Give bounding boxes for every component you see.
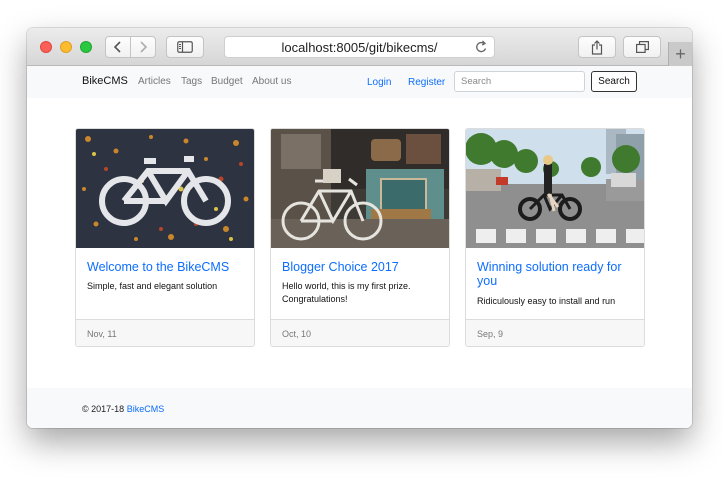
share-icon: [591, 39, 603, 55]
card-date: Sep, 9: [477, 329, 504, 339]
card-footer: Oct, 10: [271, 319, 449, 346]
browser-window: localhost:8005/git/bikecms/ + BikeCMS Ar…: [27, 28, 692, 428]
search-button[interactable]: Search: [591, 71, 637, 92]
back-button[interactable]: [105, 36, 131, 58]
reload-icon: [476, 40, 487, 53]
search-input[interactable]: [454, 71, 585, 92]
article-card[interactable]: Welcome to the BikeCMS Simple, fast and …: [75, 128, 255, 347]
card-description: Hello world, this is my first prize. Con…: [282, 281, 411, 304]
footer-brand-link[interactable]: BikeCMS: [127, 404, 165, 414]
share-button[interactable]: [578, 36, 616, 58]
sidebar-toggle-button[interactable]: [166, 36, 204, 58]
card-footer: Nov, 11: [76, 319, 254, 346]
card-image-vintage-shop[interactable]: [271, 129, 449, 248]
card-description: Simple, fast and elegant solution: [87, 281, 218, 291]
login-link[interactable]: Login: [367, 77, 391, 88]
show-tabs-button[interactable]: [623, 36, 661, 58]
article-card[interactable]: Winning solution ready for you Ridiculou…: [465, 128, 645, 347]
card-image-woman-ebike[interactable]: [466, 129, 644, 248]
card-image-bike-lane[interactable]: [76, 129, 254, 248]
card-title[interactable]: Winning solution ready for you: [477, 260, 637, 288]
article-card[interactable]: Blogger Choice 2017 Hello world, this is…: [270, 128, 450, 347]
chevron-left-icon: [113, 41, 121, 53]
card-title[interactable]: Welcome to the BikeCMS: [87, 260, 247, 274]
address-bar[interactable]: localhost:8005/git/bikecms/: [224, 36, 495, 58]
reload-button[interactable]: [475, 40, 488, 57]
nav-link-budget[interactable]: Budget: [211, 76, 243, 87]
nav-link-articles[interactable]: Articles: [138, 76, 171, 87]
sidebar-icon: [177, 41, 193, 53]
plus-icon: +: [675, 43, 686, 64]
nav-link-tags[interactable]: Tags: [181, 76, 202, 87]
site-navbar: BikeCMS Articles Tags Budget About us Lo…: [27, 66, 692, 98]
minimize-window-button[interactable]: [60, 41, 72, 53]
nav-link-about-us[interactable]: About us: [252, 76, 291, 87]
maximize-window-button[interactable]: [80, 41, 92, 53]
register-link[interactable]: Register: [408, 77, 445, 88]
tabs-icon: [635, 41, 649, 53]
card-title[interactable]: Blogger Choice 2017: [282, 260, 442, 274]
card-footer: Sep, 9: [466, 319, 644, 346]
copyright-text: © 2017-18: [82, 404, 125, 414]
site-brand[interactable]: BikeCMS: [82, 75, 128, 87]
new-tab-button[interactable]: +: [668, 42, 692, 66]
card-description: Ridiculously easy to install and run: [477, 296, 616, 306]
title-bar: localhost:8005/git/bikecms/ +: [27, 28, 692, 66]
card-date: Nov, 11: [87, 329, 117, 339]
forward-button[interactable]: [130, 36, 156, 58]
site-footer: © 2017-18 BikeCMS: [27, 388, 692, 428]
url-text: localhost:8005/git/bikecms/: [281, 39, 438, 55]
close-window-button[interactable]: [40, 41, 52, 53]
card-date: Oct, 10: [282, 329, 312, 339]
chevron-right-icon: [140, 41, 148, 53]
